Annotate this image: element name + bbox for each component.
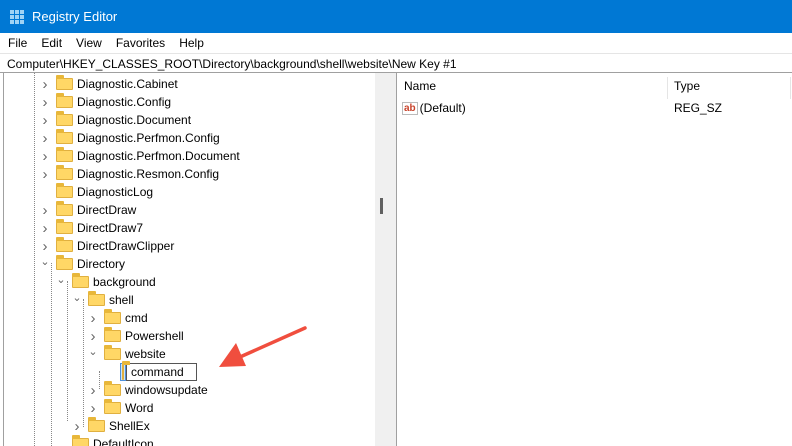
- annotation-arrow: [219, 326, 307, 367]
